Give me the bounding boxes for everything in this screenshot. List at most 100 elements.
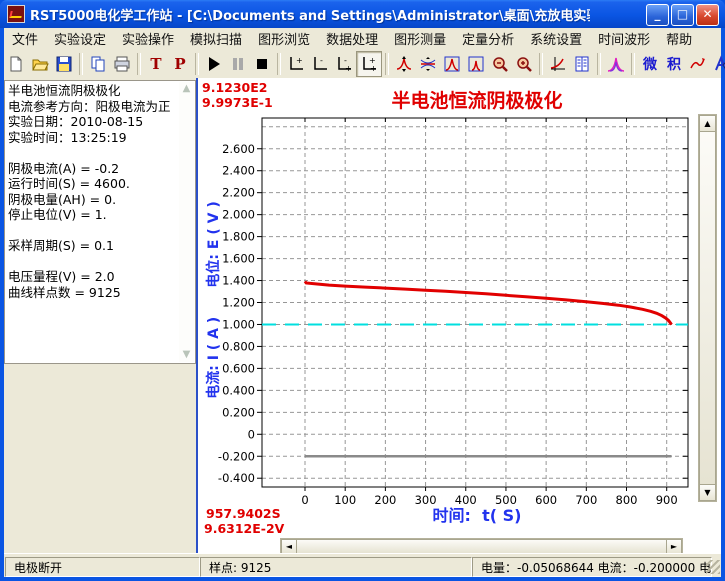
axis-mode-plus-plus-button[interactable]: ++ xyxy=(356,51,382,77)
app-icon xyxy=(7,5,25,23)
info-line: 采样周期(S) = 0.1 xyxy=(8,238,193,254)
experiment-info-box: 半电池恒流阴极极化 电流参考方向：阳极电流为正 实验日期：2010-08-15 … xyxy=(4,80,196,364)
title-bar: RST5000电化学工作站 - [C:\Documents and Settin… xyxy=(0,0,725,28)
info-line: 曲线样点数 = 9125 xyxy=(8,285,193,301)
axis-mode-plus-minus-button[interactable]: +- xyxy=(284,52,308,76)
svg-text:-: - xyxy=(297,64,300,73)
svg-text:0.800: 0.800 xyxy=(222,339,255,353)
x-axis-label: 时间: t( S) xyxy=(264,502,690,526)
axis-mode-minus-minus-button[interactable]: -- xyxy=(308,52,332,76)
svg-text:0.200: 0.200 xyxy=(222,405,255,419)
print-button[interactable] xyxy=(110,52,134,76)
info-scrollbar[interactable]: ▲ ▼ xyxy=(179,82,194,362)
svg-text:2.000: 2.000 xyxy=(222,208,255,222)
experiment-info-panel: 半电池恒流阴极极化 电流参考方向：阳极电流为正 实验日期：2010-08-15 … xyxy=(4,78,196,553)
info-line: 半电池恒流阴极极化 xyxy=(8,83,193,99)
info-line: 实验时间：13:25:19 xyxy=(8,130,193,146)
annotate-pen-button[interactable] xyxy=(710,52,725,76)
svg-text:1.400: 1.400 xyxy=(222,274,255,288)
pause-button[interactable] xyxy=(226,52,250,76)
chart-plot-area[interactable]: 01002003004005006007008009002.6002.4002.… xyxy=(198,78,721,553)
svg-text:1.800: 1.800 xyxy=(222,230,255,244)
svg-text:0: 0 xyxy=(248,427,255,441)
maximize-button[interactable]: □ xyxy=(671,4,694,26)
menu-graph-measure[interactable]: 图形测量 xyxy=(386,27,454,50)
svg-text:2.200: 2.200 xyxy=(222,186,255,200)
svg-text:1.600: 1.600 xyxy=(222,252,255,266)
zoom-in-button[interactable] xyxy=(512,52,536,76)
curve-readout-button[interactable] xyxy=(546,52,570,76)
svg-text:1.000: 1.000 xyxy=(222,317,255,331)
window-title: RST5000电化学工作站 - [C:\Documents and Settin… xyxy=(30,5,590,24)
scroll-up-icon[interactable]: ▲ xyxy=(699,115,716,132)
zoom-out-button[interactable] xyxy=(488,52,512,76)
status-samples: 样点: 9125 xyxy=(200,557,472,577)
svg-text:2.400: 2.400 xyxy=(222,164,255,178)
svg-text:+: + xyxy=(345,64,352,73)
menu-experiment-setup[interactable]: 实验设定 xyxy=(46,27,114,50)
svg-text:+: + xyxy=(370,64,377,73)
svg-text:1.200: 1.200 xyxy=(222,296,255,310)
compress-y-button[interactable] xyxy=(416,52,440,76)
vertical-scroll-thumb[interactable] xyxy=(699,131,716,485)
info-line: 实验日期：2010-08-15 xyxy=(8,114,193,130)
resize-grip[interactable] xyxy=(706,560,720,574)
menu-quantitative-analysis[interactable]: 定量分析 xyxy=(454,27,522,50)
chart-panel: 9.1230E2 9.9973E-1 半电池恒流阴极极化 01002003004… xyxy=(198,78,721,553)
overlay-curves-button[interactable] xyxy=(604,52,628,76)
data-list-button[interactable] xyxy=(570,52,594,76)
info-line: 运行时间(S) = 4600. xyxy=(8,176,193,192)
svg-text:-: - xyxy=(321,64,324,73)
info-line xyxy=(8,145,193,161)
menu-data-processing[interactable]: 数据处理 xyxy=(318,27,386,50)
toolbar: T P +- -- -+ ++ xyxy=(4,49,721,79)
menu-system-settings[interactable]: 系统设置 xyxy=(522,27,590,50)
svg-text:0.400: 0.400 xyxy=(222,383,255,397)
info-line xyxy=(8,223,193,239)
scroll-up-icon[interactable]: ▲ xyxy=(180,82,193,96)
menu-graph-browse[interactable]: 图形浏览 xyxy=(250,27,318,50)
text-annotation-p-button[interactable]: P xyxy=(168,52,192,76)
marker-current-readout: 9.6312E-2V xyxy=(204,521,284,536)
run-experiment-button[interactable] xyxy=(202,52,226,76)
status-measurements: 电量：-0.05068644 电流：-0.200000 电 xyxy=(472,557,712,577)
info-line: 电流参考方向：阳极电流为正 xyxy=(8,99,193,115)
expand-y-button[interactable] xyxy=(392,52,416,76)
text-annotation-t-button[interactable]: T xyxy=(144,52,168,76)
axis-mode-minus-plus-button[interactable]: -+ xyxy=(332,52,356,76)
new-file-button[interactable] xyxy=(4,52,28,76)
compress-x-button[interactable] xyxy=(464,52,488,76)
svg-text:2.600: 2.600 xyxy=(222,142,255,156)
info-line: 停止电位(V) = 1. xyxy=(8,207,193,223)
menu-help[interactable]: 帮助 xyxy=(658,27,700,50)
scroll-right-icon[interactable]: ► xyxy=(666,539,682,554)
status-bar: 电极断开 样点: 9125 电量：-0.05068644 电流：-0.20000… xyxy=(4,553,721,578)
copy-button[interactable] xyxy=(86,52,110,76)
menu-time-waveform[interactable]: 时间波形 xyxy=(590,27,658,50)
menu-experiment-operation[interactable]: 实验操作 xyxy=(114,27,182,50)
stop-button[interactable] xyxy=(250,52,274,76)
differential-button[interactable]: 微 xyxy=(638,52,662,76)
svg-text:-0.200: -0.200 xyxy=(218,449,255,463)
open-file-button[interactable] xyxy=(28,52,52,76)
info-line: 电压量程(V) = 2.0 xyxy=(8,269,193,285)
scroll-left-icon[interactable]: ◄ xyxy=(281,539,297,554)
save-button[interactable] xyxy=(52,52,76,76)
menu-bar: 文件 实验设定 实验操作 模拟扫描 图形浏览 数据处理 图形测量 定量分析 系统… xyxy=(4,28,721,50)
expand-x-button[interactable] xyxy=(440,52,464,76)
menu-simulated-scan[interactable]: 模拟扫描 xyxy=(182,27,250,50)
menu-file[interactable]: 文件 xyxy=(4,27,46,50)
chart-vertical-scrollbar[interactable]: ▲ ▼ xyxy=(698,114,717,502)
horizontal-scroll-thumb[interactable] xyxy=(296,539,667,554)
info-line xyxy=(8,254,193,270)
info-line: 阴极电量(AH) = 0. xyxy=(8,192,193,208)
close-button[interactable]: ✕ xyxy=(696,4,719,26)
info-line: 阴极电流(A) = -0.2 xyxy=(8,161,193,177)
smooth-curve-button[interactable] xyxy=(686,52,710,76)
window-border xyxy=(0,577,725,581)
status-electrode: 电极断开 xyxy=(5,557,200,577)
integral-button[interactable]: 积 xyxy=(662,52,686,76)
scroll-down-icon[interactable]: ▼ xyxy=(180,348,193,362)
scroll-down-icon[interactable]: ▼ xyxy=(699,484,716,501)
minimize-button[interactable]: _ xyxy=(646,4,669,26)
